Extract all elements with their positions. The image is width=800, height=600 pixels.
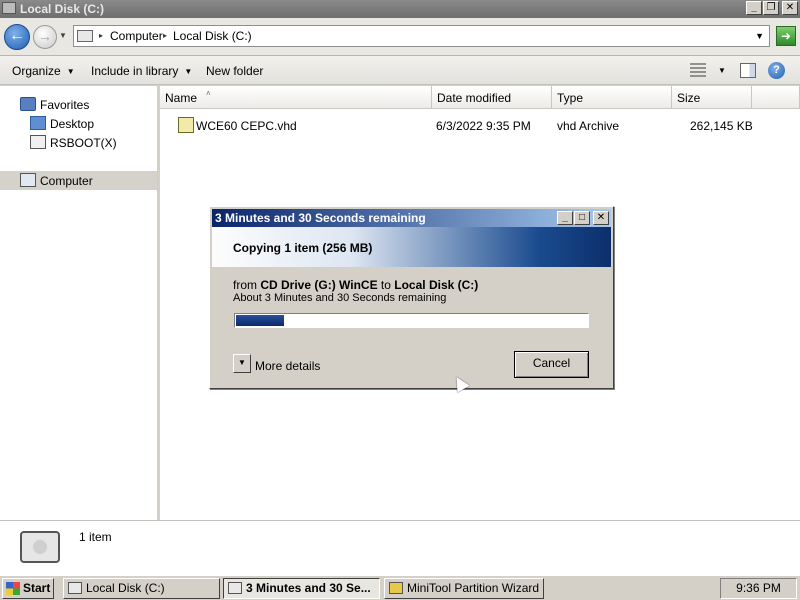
dialog-minimize-button[interactable]: _	[557, 211, 573, 225]
taskbar: Start Local Disk (C:) 3 Minutes and 30 S…	[0, 575, 800, 600]
dialog-close-button[interactable]: ✕	[593, 211, 609, 225]
forward-arrow-icon: →	[38, 28, 52, 44]
system-clock[interactable]: 9:36 PM	[720, 578, 797, 599]
drive-icon	[77, 30, 93, 42]
change-view-icon[interactable]	[690, 63, 706, 78]
item-count: 1 item	[79, 530, 112, 544]
forward-button[interactable]: →	[33, 25, 57, 49]
copy-source: CD Drive (G:) WinCE	[260, 278, 378, 292]
include-in-library-label: Include in library	[91, 64, 179, 78]
more-details-label: More details	[255, 359, 321, 373]
command-toolbar: Organize ▼ Include in library ▼ New folder…	[0, 56, 800, 85]
favorites-star-icon	[20, 97, 36, 111]
file-name: WCE60 CEPC.vhd	[196, 119, 297, 133]
windows-logo-icon	[6, 582, 20, 595]
breadcrumb-separator-icon[interactable]: ▸	[163, 31, 167, 40]
drive-icon	[2, 2, 16, 14]
copy-source-destination: from CD Drive (G:) WinCE to Local Disk (…	[233, 278, 478, 292]
breadcrumb-separator-icon[interactable]: ▸	[99, 31, 103, 40]
organize-menu[interactable]: Organize ▼	[12, 64, 75, 78]
column-label: Size	[677, 91, 701, 105]
dialog-heading: Copying 1 item (256 MB)	[233, 241, 373, 255]
dialog-titlebar[interactable]: 3 Minutes and 30 Seconds remaining _ □ ✕	[212, 209, 611, 227]
dialog-title: 3 Minutes and 30 Seconds remaining	[215, 211, 426, 225]
file-date: 6/3/2022 9:35 PM	[436, 119, 531, 133]
details-pane: 1 item	[0, 520, 800, 575]
dialog-maximize-button[interactable]: □	[574, 211, 590, 225]
time-remaining-text: About 3 Minutes and 30 Seconds remaining	[233, 292, 447, 304]
column-header-filler	[752, 86, 800, 109]
drive-icon	[68, 582, 82, 594]
address-dropdown-icon[interactable]: ▼	[755, 31, 764, 41]
start-label: Start	[23, 581, 51, 595]
column-header-date-modified[interactable]: Date modified	[432, 86, 552, 109]
chevron-down-icon[interactable]: ▼	[233, 354, 251, 373]
nav-item-computer[interactable]: Computer	[20, 172, 150, 190]
desktop-icon	[30, 116, 46, 130]
column-header-size[interactable]: Size	[672, 86, 752, 109]
nav-label: Favorites	[40, 98, 90, 112]
recent-pages-dropdown[interactable]: ▼	[59, 31, 67, 40]
copy-window-icon	[228, 582, 242, 594]
restore-button[interactable]: ❐	[763, 1, 779, 15]
window-titlebar[interactable]: Local Disk (C:) _ ❐ ✕	[0, 0, 800, 18]
column-label: Name	[165, 91, 198, 105]
copy-destination: Local Disk (C:)	[394, 278, 479, 292]
view-options-dropdown-icon[interactable]: ▼	[718, 66, 726, 75]
chevron-down-icon: ▼	[184, 67, 193, 76]
nav-item-favorites[interactable]: Favorites	[20, 96, 150, 114]
start-button[interactable]: Start	[2, 578, 54, 599]
minimize-button[interactable]: _	[746, 1, 762, 15]
preview-pane-icon[interactable]	[740, 63, 756, 78]
file-type: vhd Archive	[557, 119, 620, 133]
include-in-library-menu[interactable]: Include in library ▼	[91, 64, 192, 78]
task-label: 3 Minutes and 30 Se...	[246, 581, 371, 595]
taskbar-item-local-disk[interactable]: Local Disk (C:)	[63, 578, 220, 599]
from-prefix: from	[233, 278, 261, 292]
window-title: Local Disk (C:)	[20, 2, 105, 16]
taskbar-item-minitool[interactable]: MiniTool Partition Wizard ...	[384, 578, 544, 599]
table-row[interactable]: WCE60 CEPC.vhd 6/3/2022 9:35 PM vhd Arch…	[176, 116, 776, 136]
nav-item-desktop[interactable]: Desktop	[30, 115, 150, 133]
vhd-file-icon	[178, 117, 194, 133]
hard-disk-icon	[20, 531, 60, 563]
progress-fill	[236, 315, 284, 326]
column-header-type[interactable]: Type	[552, 86, 672, 109]
file-size: 262,145 KB	[690, 119, 753, 133]
help-icon[interactable]: ?	[768, 62, 785, 79]
address-bar[interactable]: ▸ Computer ▸ Local Disk (C:) ▼	[73, 25, 770, 47]
back-button[interactable]: ←	[4, 24, 30, 50]
taskbar-item-copy-progress[interactable]: 3 Minutes and 30 Se...	[223, 578, 380, 599]
column-label: Type	[557, 91, 584, 105]
organize-label: Organize	[12, 64, 61, 78]
nav-label: RSBOOT(X)	[50, 136, 117, 150]
sort-ascending-icon: ˄	[206, 89, 211, 98]
column-header-name[interactable]: Name ˄	[160, 86, 432, 109]
back-arrow-icon: ←	[9, 27, 25, 44]
drive-icon	[30, 135, 46, 149]
minitool-icon	[389, 582, 403, 594]
navigation-pane: Favorites Desktop RSBOOT(X) Computer	[0, 86, 158, 520]
copy-progress-dialog: 3 Minutes and 30 Seconds remaining _ □ ✕…	[209, 206, 614, 389]
chevron-down-icon: ▼	[66, 67, 75, 76]
copy-progress-bar	[234, 313, 589, 328]
task-label: MiniTool Partition Wizard ...	[407, 581, 544, 595]
breadcrumb-computer[interactable]: Computer	[110, 29, 163, 43]
computer-icon	[20, 173, 36, 187]
dialog-banner: Copying 1 item (256 MB)	[212, 227, 611, 267]
cancel-button[interactable]: Cancel	[514, 351, 589, 378]
nav-label: Desktop	[50, 117, 95, 131]
column-label: Date modified	[437, 91, 512, 105]
task-label: Local Disk (C:)	[86, 581, 165, 595]
nav-item-rsboot[interactable]: RSBOOT(X)	[30, 134, 150, 152]
new-folder-button[interactable]: New folder	[206, 64, 263, 78]
address-row: ← → ▼ ▸ Computer ▸ Local Disk (C:) ▼ ➜	[0, 18, 800, 56]
go-button[interactable]: ➜	[776, 26, 796, 46]
go-arrow-icon: ➜	[780, 29, 792, 43]
nav-label: Computer	[40, 174, 93, 188]
breadcrumb-local-disk[interactable]: Local Disk (C:)	[173, 29, 252, 43]
close-button[interactable]: ✕	[782, 1, 798, 15]
to-word: to	[377, 278, 395, 292]
